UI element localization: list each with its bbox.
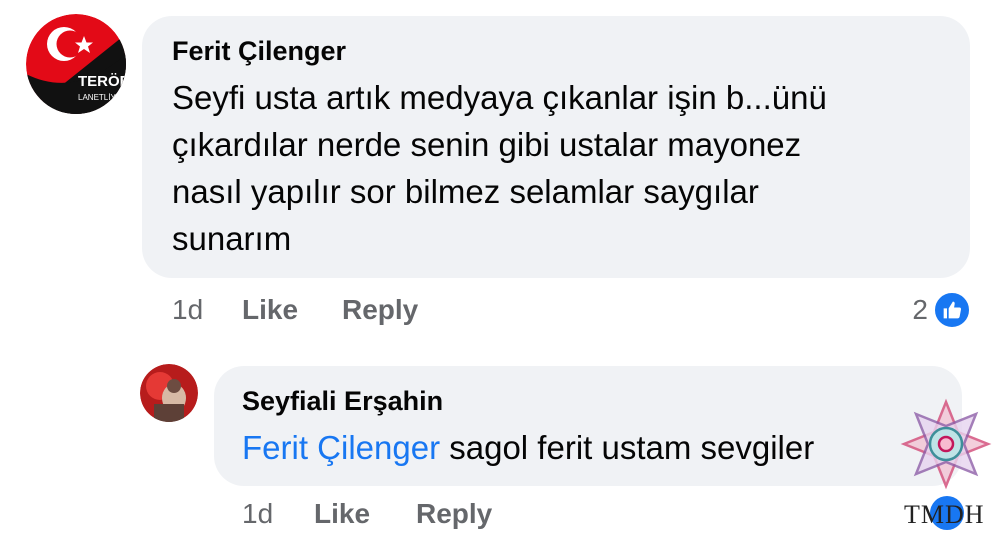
comment-text: Seyfi usta artık medyaya çıkanlar işin b…	[172, 74, 942, 262]
watermark-text: TMDH	[904, 500, 985, 529]
comment-timestamp[interactable]: 1d	[172, 294, 242, 326]
avatar-text-top: TERÖR	[78, 73, 126, 90]
comment-text-line: sunarım	[172, 220, 292, 257]
thumbs-up-icon	[932, 290, 972, 330]
commenter-avatar[interactable]: TERÖR LANETLİYO	[26, 14, 126, 114]
reply-author-avatar[interactable]	[140, 364, 198, 422]
comment-thread: TERÖR LANETLİYO Ferit Çilenger Seyfi ust…	[0, 0, 1000, 538]
comment-reactions[interactable]: 2	[912, 290, 972, 330]
reply-actions: 1d Like Reply	[242, 498, 492, 530]
mention-link[interactable]: Ferit Çilenger	[242, 429, 440, 466]
reply-message: sagol ferit ustam sevgiler	[449, 429, 815, 466]
reply-like-button[interactable]: Like	[314, 498, 416, 530]
comment-reply-button[interactable]: Reply	[342, 294, 418, 326]
turkish-flag-avatar-icon: TERÖR LANETLİYO	[26, 14, 126, 114]
reply-author[interactable]: Seyfiali Erşahin	[242, 386, 443, 417]
reply-text: Ferit Çilenger sagol ferit ustam sevgile…	[242, 426, 814, 470]
comment-text-line: çıkardılar nerde senin gibi ustalar mayo…	[172, 126, 802, 163]
comment-text-line: Seyfi usta artık medyaya çıkanlar işin b…	[172, 79, 827, 116]
reaction-count: 2	[912, 294, 928, 325]
comment-author[interactable]: Ferit Çilenger	[172, 36, 346, 67]
profile-photo-icon	[140, 364, 198, 422]
comment-text-line: nasıl yapılır sor bilmez selamlar saygıl…	[172, 173, 759, 210]
comment-like-button[interactable]: Like	[242, 294, 342, 326]
reply-timestamp[interactable]: 1d	[242, 498, 314, 530]
avatar-text-bottom: LANETLİYO	[78, 93, 122, 102]
comment-actions: 1d Like Reply	[172, 294, 418, 326]
reply-reply-button[interactable]: Reply	[416, 498, 492, 530]
